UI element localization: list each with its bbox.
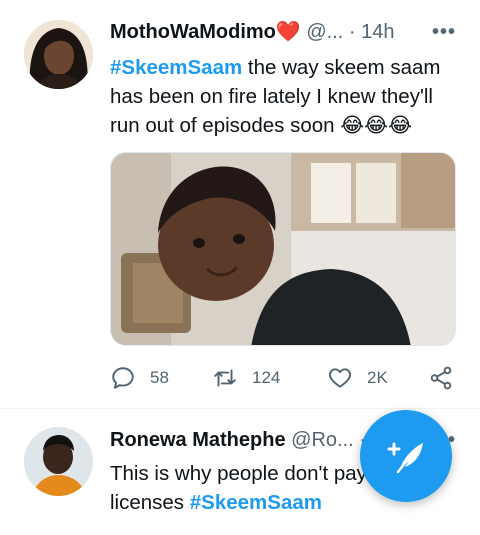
more-options-icon[interactable]: ••• [432,19,456,45]
separator-dot: · [348,21,356,43]
author-handle[interactable]: @Ro... [291,429,354,451]
like-count: 2K [367,368,388,387]
share-icon [430,366,452,390]
author-name[interactable]: Ronewa Mathephe [110,429,286,451]
media-photo [111,153,455,345]
compose-tweet-button[interactable] [360,410,452,502]
tweet-header: MothoWaModimo❤️ @... · 14h ••• [110,19,460,45]
author-handle[interactable]: @... [306,21,343,43]
reply-count: 58 [150,368,169,387]
tweet-media[interactable] [110,152,456,346]
tweet[interactable]: MothoWaModimo❤️ @... · 14h ••• #SkeemSaa… [0,0,480,408]
retweet-icon [214,369,236,387]
like-button[interactable]: 2K [327,364,388,392]
share-button[interactable] [428,364,454,392]
reply-icon [112,367,134,389]
tweet-text: #SkeemSaam the way skeem saam has been o… [110,53,460,140]
reply-button[interactable]: 58 [110,364,169,392]
author-name[interactable]: MothoWaModimo [110,21,276,43]
retweet-count: 124 [252,368,281,387]
hashtag-link[interactable]: #SkeemSaam [190,491,322,514]
avatar[interactable] [24,20,93,89]
avatar[interactable] [24,427,93,496]
feather-plus-icon [387,442,423,474]
tweet-divider [0,408,480,409]
timestamp[interactable]: 14h [361,21,394,43]
tweet-actions: 58 124 2K [110,364,460,392]
heart-icon [329,368,351,388]
avatar-photo [24,20,93,89]
heart-emoji: ❤️ [275,21,301,43]
hashtag-link[interactable]: #SkeemSaam [110,56,242,79]
avatar-photo [24,427,93,496]
retweet-button[interactable]: 124 [212,364,280,392]
